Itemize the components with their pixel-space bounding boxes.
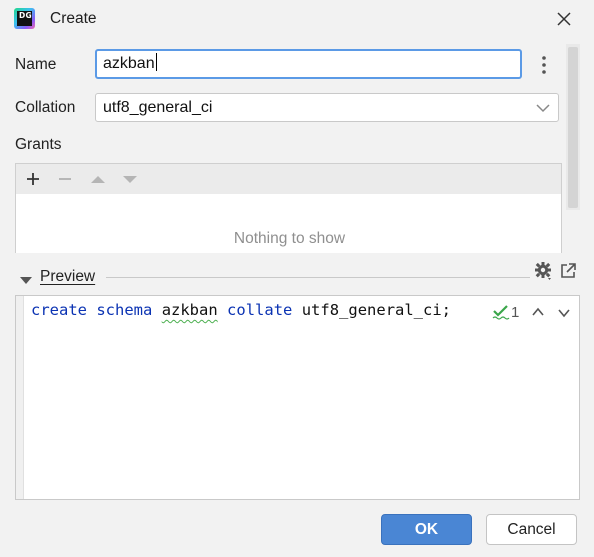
- next-highlight-icon[interactable]: [557, 306, 571, 318]
- chevron-down-icon: [535, 101, 551, 115]
- close-icon[interactable]: [553, 8, 575, 30]
- sql-preview-editor[interactable]: create schema azkban collate utf8_genera…: [15, 295, 580, 500]
- remove-icon[interactable]: [56, 170, 74, 188]
- gear-icon[interactable]: [534, 261, 554, 281]
- grants-table: Nothing to show: [15, 194, 562, 253]
- collation-literal: utf8_general_ci;: [301, 301, 452, 319]
- app-logo-text: DG: [17, 11, 32, 26]
- window-title: Create: [50, 10, 97, 27]
- empty-state-text: Nothing to show: [233, 230, 346, 247]
- name-input[interactable]: azkban: [95, 49, 522, 79]
- keyword-create: create: [31, 301, 87, 319]
- previous-highlight-icon[interactable]: [531, 305, 545, 317]
- collation-select[interactable]: utf8_general_ci: [95, 93, 559, 122]
- more-options-icon[interactable]: [537, 55, 551, 75]
- add-icon[interactable]: [24, 170, 42, 188]
- open-in-editor-icon[interactable]: [559, 262, 577, 280]
- ok-button[interactable]: OK: [381, 514, 472, 545]
- editor-gutter: [16, 296, 24, 499]
- grants-label: Grants: [15, 136, 62, 153]
- cancel-button[interactable]: Cancel: [486, 514, 577, 545]
- text-cursor: [155, 53, 157, 71]
- collation-label: Collation: [15, 99, 76, 116]
- collation-value: utf8_general_ci: [103, 99, 213, 116]
- move-down-icon[interactable]: [121, 170, 139, 188]
- scrollbar-thumb[interactable]: [568, 47, 578, 208]
- preview-toggle[interactable]: Preview: [40, 268, 95, 286]
- inspection-check-icon[interactable]: [492, 304, 510, 320]
- inspection-count: 1: [511, 304, 520, 321]
- keyword-schema: schema: [96, 301, 153, 319]
- keyword-collate: collate: [227, 301, 293, 319]
- move-up-icon[interactable]: [89, 170, 107, 188]
- collapse-triangle-icon[interactable]: [20, 272, 32, 284]
- name-label: Name: [15, 56, 57, 73]
- datagrip-logo-icon: DG: [14, 8, 35, 29]
- section-divider: [106, 277, 530, 278]
- schema-name: azkban: [161, 301, 218, 319]
- name-value: azkban: [103, 55, 155, 72]
- sql-code-line: create schema azkban collate utf8_genera…: [31, 301, 451, 319]
